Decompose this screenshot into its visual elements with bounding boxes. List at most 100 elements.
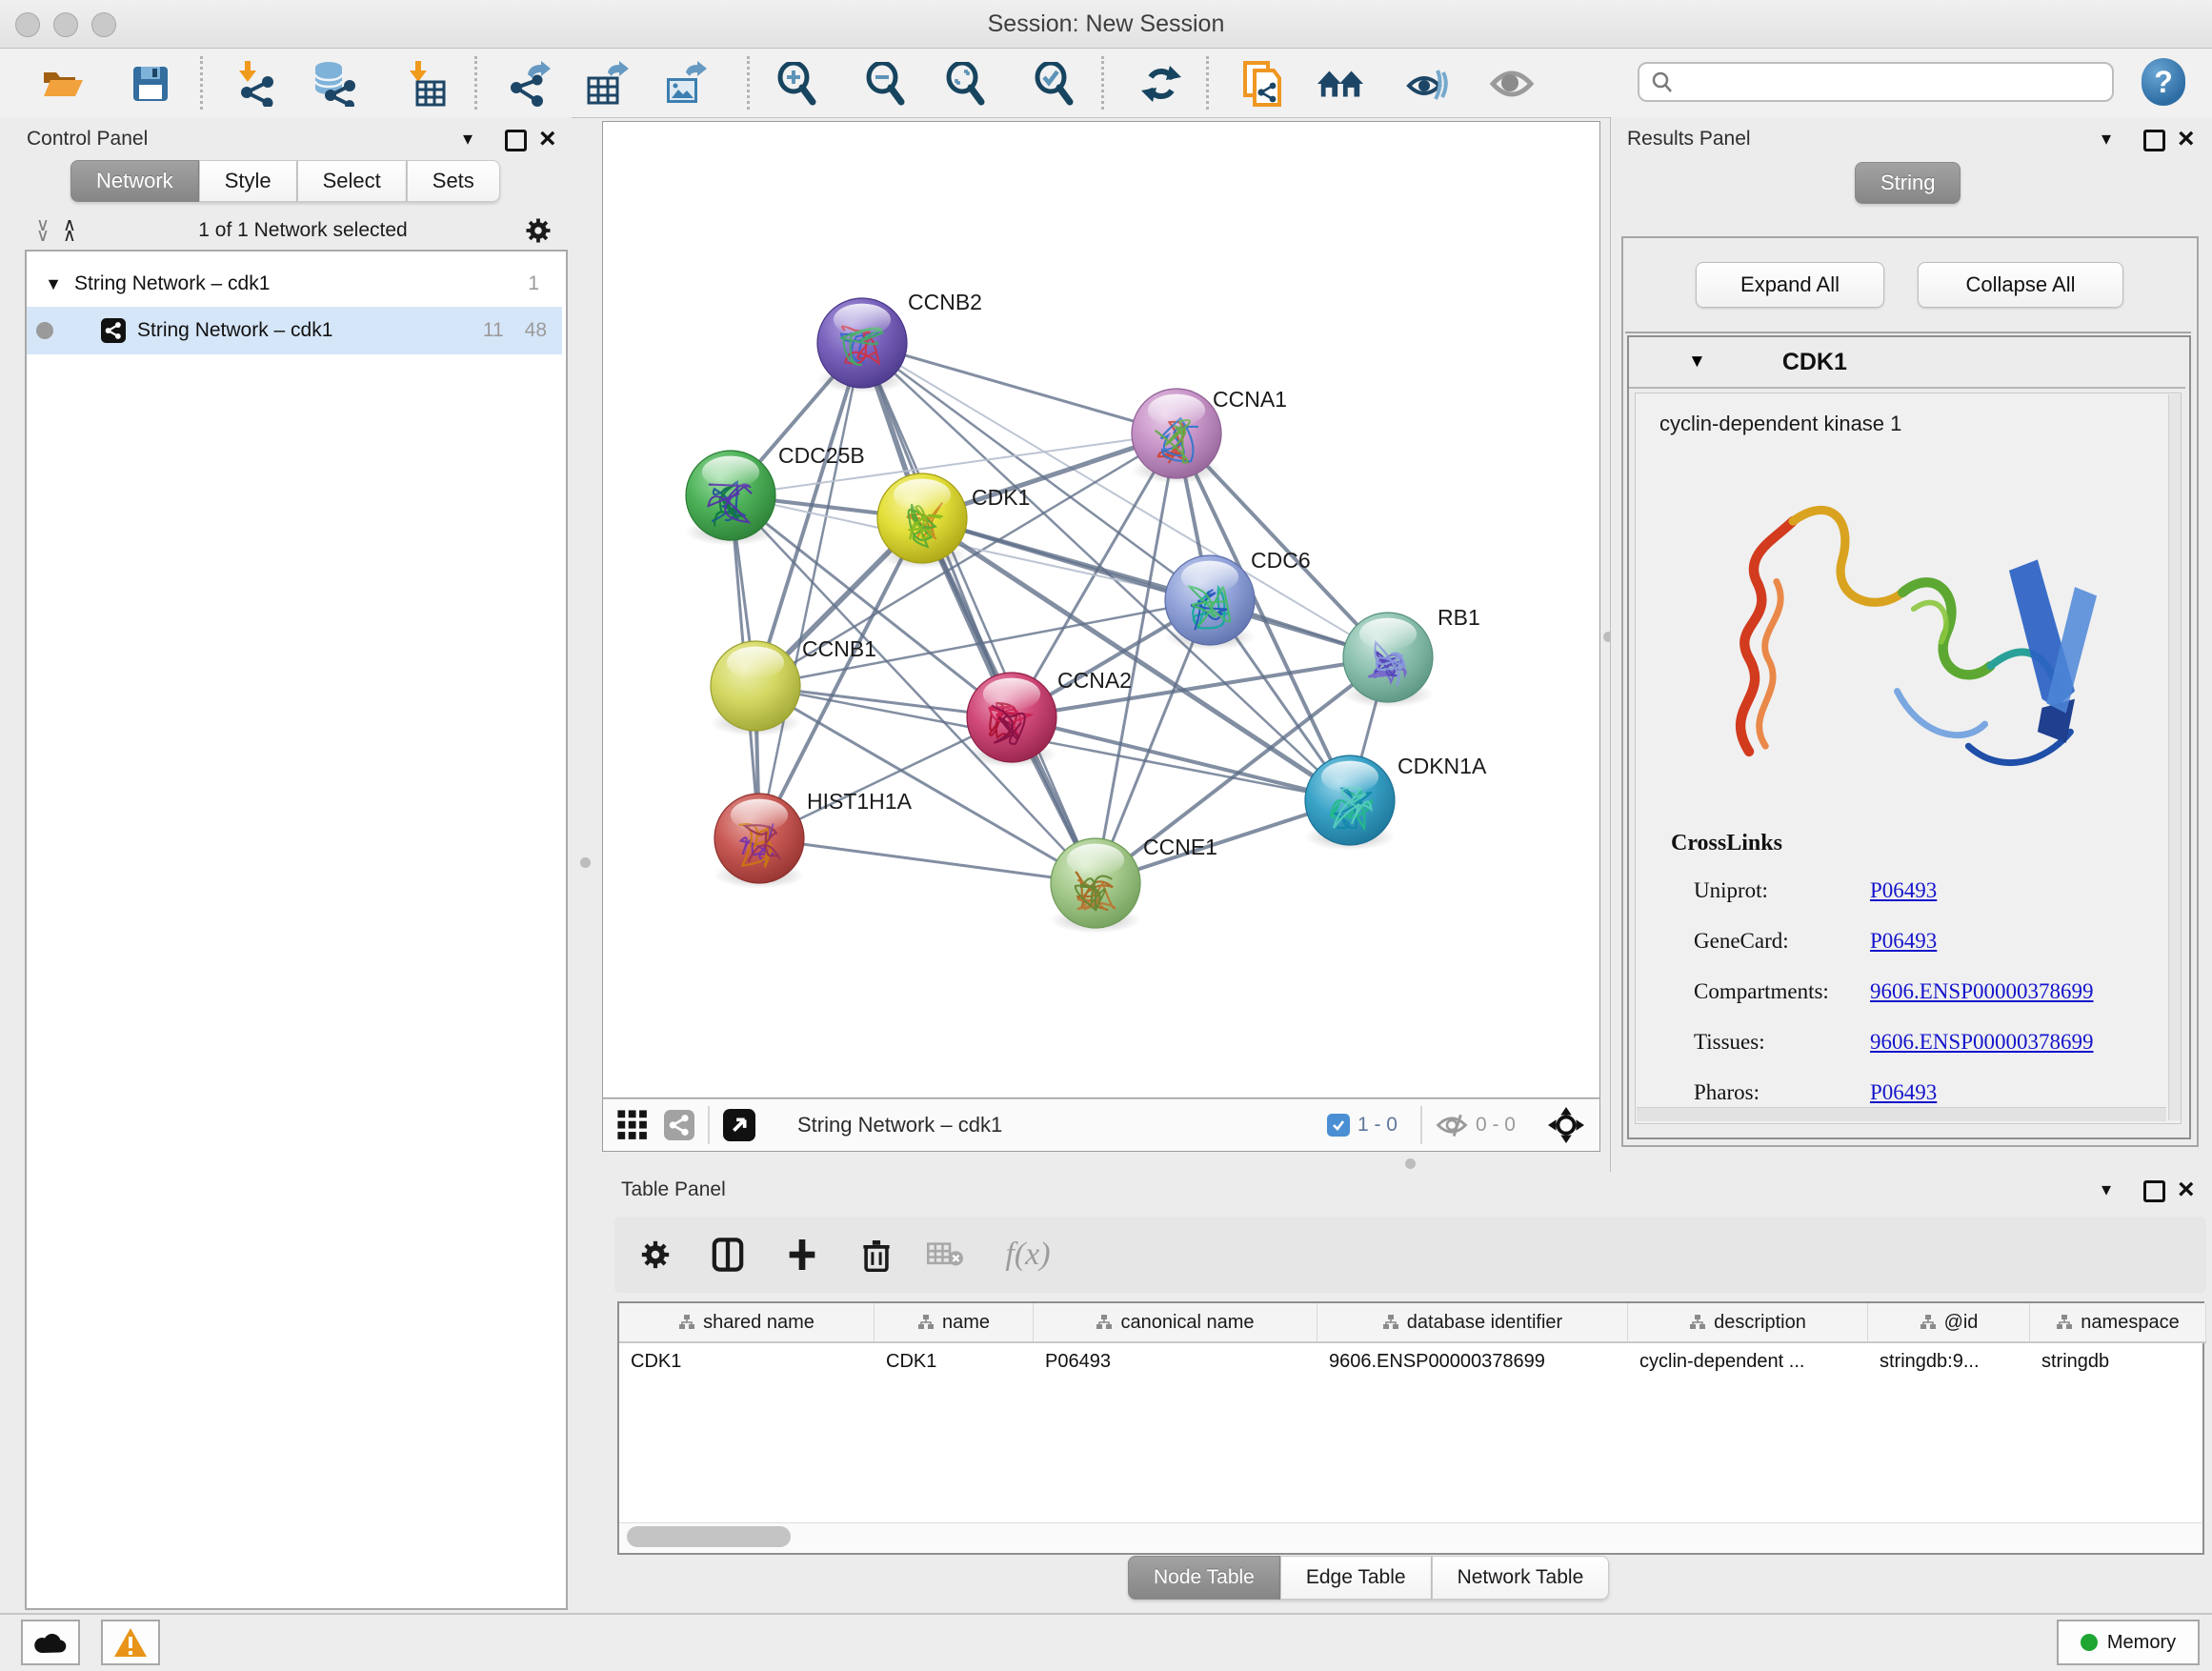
table-panel-menu-icon[interactable]: ▾ (2101, 1178, 2111, 1201)
results-panel-menu-icon[interactable]: ▾ (2101, 127, 2111, 151)
tab-edge-table[interactable]: Edge Table (1280, 1556, 1432, 1600)
column-header-canonical-name[interactable]: canonical name (1034, 1303, 1317, 1341)
table-cell[interactable]: P06493 (1034, 1343, 1317, 1379)
table-cell[interactable]: CDK1 (875, 1343, 1034, 1379)
table-cell[interactable]: CDK1 (619, 1343, 875, 1379)
import-table-file-button[interactable] (402, 60, 452, 108)
expand-all-button[interactable]: Expand All (1696, 262, 1884, 308)
import-network-file-button[interactable] (231, 60, 280, 108)
export-image-button[interactable] (660, 60, 710, 108)
detach-view-icon[interactable] (723, 1109, 755, 1141)
network-view-title: String Network – cdk1 (797, 1113, 1002, 1137)
column-header-shared-name[interactable]: shared name (619, 1303, 875, 1341)
node-table-row[interactable]: CDK1CDK1P064939606.ENSP00000378699cyclin… (619, 1343, 2206, 1379)
table-cell[interactable]: stringdb:9... (1868, 1343, 2030, 1379)
tab-network[interactable]: Network (70, 160, 199, 202)
crosslink-compartments-link[interactable]: 9606.ENSP00000378699 (1870, 979, 2094, 1004)
control-panel-float-icon[interactable] (505, 130, 527, 151)
bottom-splitter-handle[interactable] (1405, 1158, 1416, 1169)
node-label-cdkn1a: CDKN1A (1398, 754, 1487, 778)
open-session-button[interactable] (38, 60, 88, 108)
results-panel-close-icon[interactable]: × (2178, 130, 2195, 149)
network-collection-row[interactable]: ▼ String Network – cdk1 1 (32, 263, 556, 305)
create-column-button[interactable] (777, 1231, 827, 1278)
collection-expander-icon[interactable]: ▼ (32, 274, 74, 294)
table-cell[interactable]: cyclin-dependent ... (1628, 1343, 1868, 1379)
tab-string[interactable]: String (1855, 162, 1961, 204)
warnings-button[interactable] (101, 1620, 160, 1665)
collapse-all-icon[interactable]: ∨∨ (29, 220, 55, 241)
zoom-in-button[interactable] (773, 60, 822, 108)
export-network-button[interactable] (504, 60, 553, 108)
control-panel-close-icon[interactable]: × (539, 130, 556, 149)
zoom-fit-button[interactable] (941, 60, 991, 108)
network-options-gear-icon[interactable] (524, 216, 553, 245)
crosslink-label: Uniprot: (1694, 878, 1768, 903)
network-row-label: String Network – cdk1 (137, 319, 332, 342)
trash-icon (862, 1238, 891, 1272)
expand-all-icon[interactable]: ∧∧ (55, 220, 82, 241)
table-horizontal-scrollbar[interactable] (619, 1522, 2202, 1552)
show-columns-button[interactable] (703, 1231, 753, 1278)
column-header-name[interactable]: name (875, 1303, 1034, 1341)
tab-style[interactable]: Style (199, 160, 297, 202)
crosslink-uniprot-link[interactable]: P06493 (1870, 878, 1937, 903)
save-session-button[interactable] (126, 60, 175, 108)
gene-header-row[interactable]: ▼ CDK1 (1629, 337, 2185, 389)
selected-checkbox-icon[interactable] (1327, 1114, 1350, 1137)
zoom-out-button[interactable] (861, 60, 911, 108)
string-home-button[interactable] (1316, 60, 1365, 108)
import-network-database-button[interactable] (309, 60, 358, 108)
table-scrollbar-thumb[interactable] (627, 1526, 791, 1547)
refresh-button[interactable] (1136, 60, 1186, 108)
crosslink-tissues-link[interactable]: 9606.ENSP00000378699 (1870, 1030, 2094, 1055)
tab-network-table[interactable]: Network Table (1432, 1556, 1610, 1600)
zoom-selected-button[interactable] (1030, 60, 1079, 108)
delete-table-button[interactable] (920, 1231, 970, 1278)
function-builder-button[interactable]: f(x) (991, 1231, 1065, 1278)
network-row-selected[interactable]: String Network – cdk1 11 48 (27, 307, 562, 354)
eye-slash-icon (1405, 65, 1451, 103)
column-header-description[interactable]: description (1628, 1303, 1868, 1341)
network-graph[interactable]: CCNB2CCNA1CDC25BCDK1CDC6RB1CCNB1CCNA2CDK… (602, 121, 1600, 1098)
table-cell[interactable]: stringdb (2030, 1343, 2206, 1379)
table-panel-close-icon[interactable]: × (2178, 1180, 2195, 1199)
export-image-icon (663, 61, 707, 107)
gene-expander-icon[interactable]: ▼ (1688, 352, 1706, 372)
network-selection-header: ∨∨ ∧∧ 1 of 1 Network selected (29, 215, 560, 246)
network-view-icon[interactable] (664, 1110, 694, 1140)
column-header-namespace[interactable]: namespace (2030, 1303, 2206, 1341)
table-settings-button[interactable] (631, 1231, 680, 1278)
column-header--id[interactable]: @id (1868, 1303, 2030, 1341)
left-splitter-handle[interactable] (580, 857, 591, 868)
crosslink-pharos-link[interactable]: P06493 (1870, 1080, 1937, 1105)
search-input[interactable] (1674, 70, 2087, 94)
new-network-from-selection-button[interactable] (1237, 60, 1287, 108)
hide-selected-button[interactable] (1403, 60, 1453, 108)
network-edge-count: 48 (525, 319, 547, 342)
grid-view-icon[interactable] (616, 1109, 649, 1141)
node-label-ccna1: CCNA1 (1213, 387, 1287, 412)
help-button[interactable]: ? (2142, 58, 2185, 106)
tab-select[interactable]: Select (297, 160, 407, 202)
tab-sets[interactable]: Sets (407, 160, 500, 202)
delete-table-icon (927, 1240, 963, 1269)
table-panel-float-icon[interactable] (2143, 1180, 2165, 1202)
birds-eye-toggle-icon[interactable] (1548, 1107, 1584, 1143)
results-horizontal-scrollbar[interactable] (1637, 1107, 2166, 1121)
tab-node-table[interactable]: Node Table (1128, 1556, 1280, 1600)
results-panel-float-icon[interactable] (2143, 130, 2165, 151)
table-cell[interactable]: 9606.ENSP00000378699 (1317, 1343, 1628, 1379)
cloud-status-button[interactable] (21, 1620, 80, 1665)
results-vertical-scrollbar[interactable] (2168, 394, 2181, 1120)
show-all-button[interactable] (1487, 60, 1537, 108)
column-header-database-identifier[interactable]: database identifier (1317, 1303, 1628, 1341)
collapse-all-button[interactable]: Collapse All (1918, 262, 2123, 308)
delete-column-button[interactable] (852, 1231, 901, 1278)
save-floppy-icon (131, 65, 170, 103)
toolbar-search[interactable] (1638, 62, 2114, 102)
crosslink-genecard-link[interactable]: P06493 (1870, 929, 1937, 954)
export-table-button[interactable] (582, 60, 632, 108)
memory-button[interactable]: Memory (2057, 1620, 2200, 1665)
control-panel-menu-icon[interactable]: ▾ (463, 127, 473, 151)
